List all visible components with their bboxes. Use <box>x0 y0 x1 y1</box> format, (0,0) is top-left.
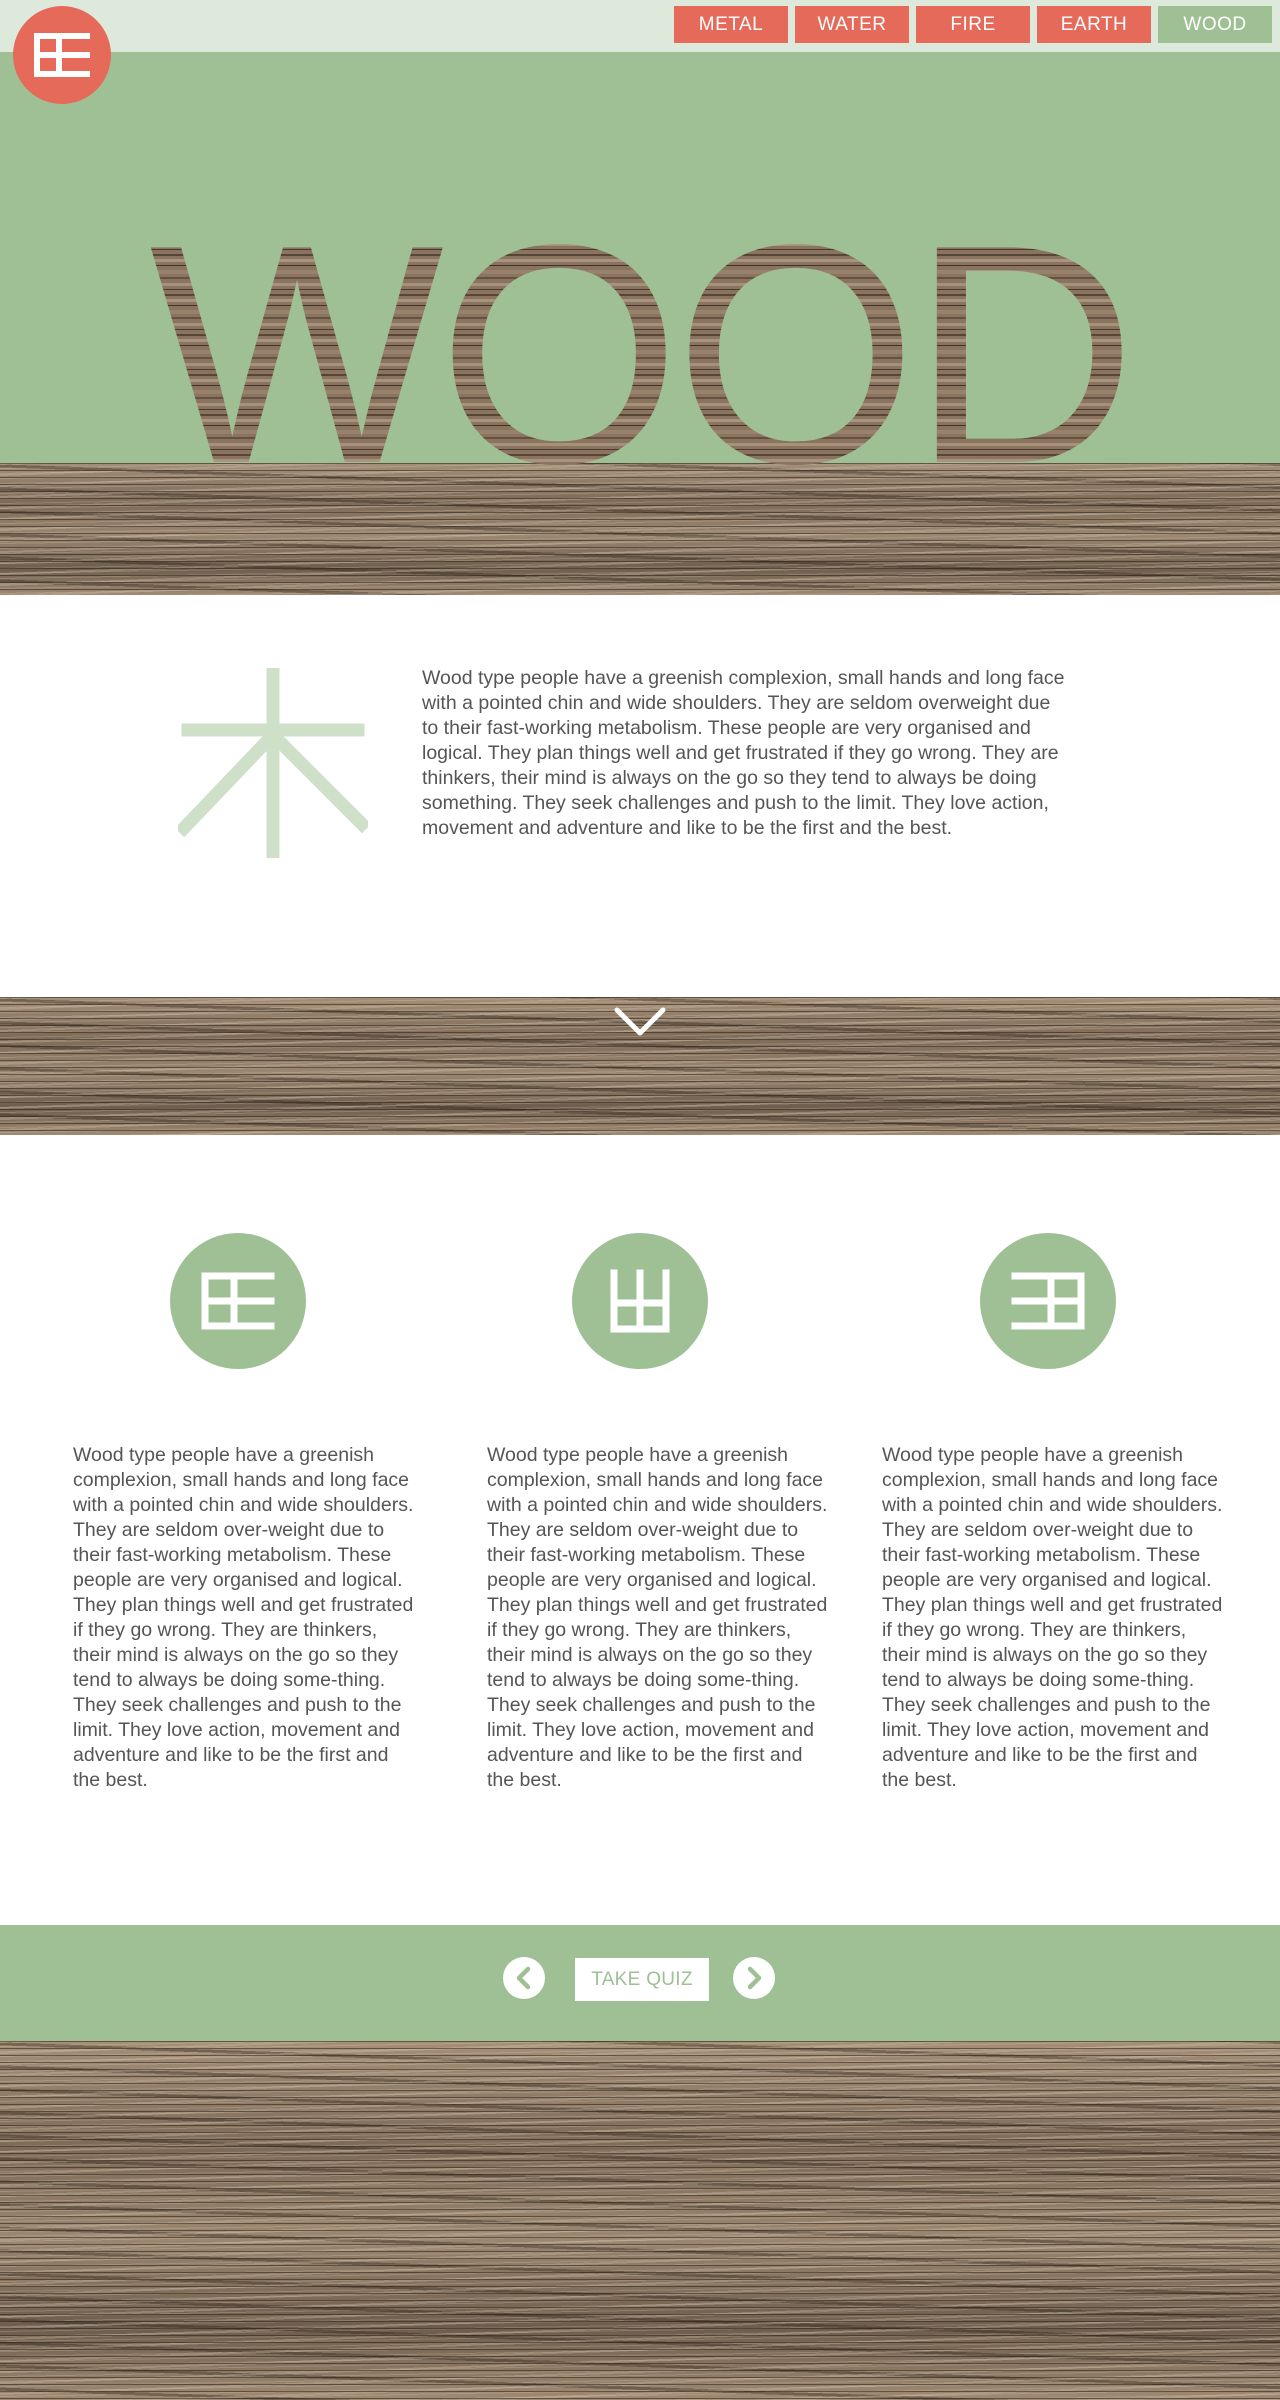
hero-banner: WOOD <box>0 52 1280 595</box>
intro-paragraph: Wood type people have a greenish complex… <box>422 667 1065 839</box>
logo-icon[interactable] <box>13 6 111 104</box>
element-nav: METAL WATER FIRE EARTH WOOD <box>674 6 1272 43</box>
nav-wood-button[interactable]: WOOD <box>1158 6 1272 43</box>
chevron-left-icon <box>516 1966 531 1990</box>
next-button[interactable] <box>733 1957 775 1999</box>
chevron-right-icon <box>747 1966 762 1990</box>
nav-earth-button[interactable]: EARTH <box>1037 6 1151 43</box>
wood-character-icon <box>178 668 368 858</box>
mountain-glyph-icon <box>572 1233 708 1369</box>
bottom-wood-background <box>0 2041 1280 2400</box>
jade-glyph-icon <box>980 1233 1116 1369</box>
logo-grid-glyph <box>34 33 90 77</box>
nav-fire-button[interactable]: FIRE <box>916 6 1030 43</box>
column-2-text: Wood type people have a greenish complex… <box>487 1444 828 1791</box>
take-quiz-button[interactable]: TAKE QUIZ <box>575 1958 709 2001</box>
chevron-down-icon[interactable] <box>611 1004 669 1040</box>
column-1-text: Wood type people have a greenish complex… <box>73 1444 414 1791</box>
grid-glyph-icon <box>170 1233 306 1369</box>
hero-title: WOOD <box>149 181 1136 529</box>
nav-metal-button[interactable]: METAL <box>674 6 788 43</box>
nav-water-button[interactable]: WATER <box>795 6 909 43</box>
previous-button[interactable] <box>503 1957 545 1999</box>
hero-title-text: WOOD <box>149 181 1130 529</box>
column-3-text: Wood type people have a greenish complex… <box>882 1444 1223 1791</box>
